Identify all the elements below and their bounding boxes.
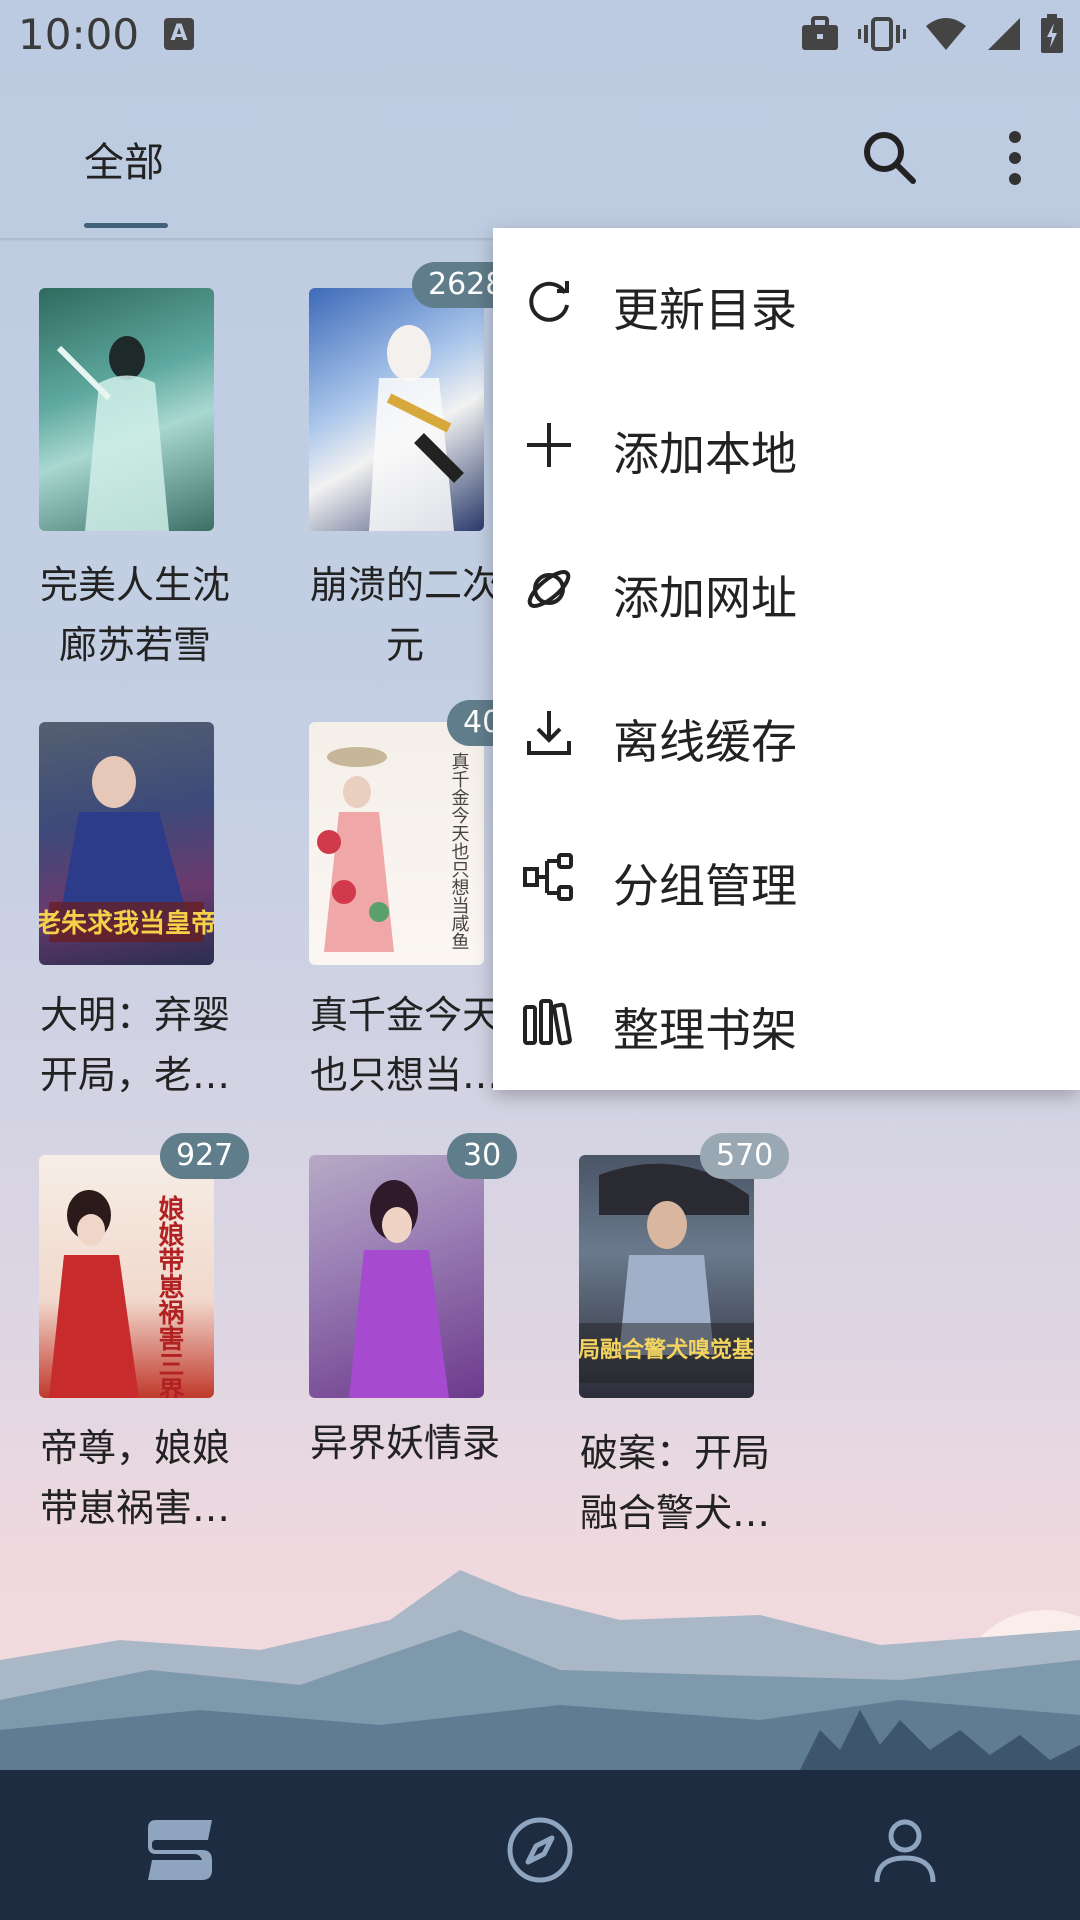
bottom-navigation xyxy=(0,1770,1080,1920)
overflow-menu: 更新目录 添加本地 添加网址 离线缓存 分组管理 整理书架 xyxy=(493,228,1080,1090)
menu-item-label: 更新目录 xyxy=(613,283,797,337)
book-title: 帝尊，娘娘 带崽祸害… xyxy=(39,1426,230,1530)
book-cover: 真千金今天也只想当咸鱼 xyxy=(309,722,484,965)
bookshelf-nav-icon[interactable] xyxy=(140,1810,220,1890)
cover-title: 开局融合警犬嗅觉基因 xyxy=(579,1337,754,1363)
more-vert-icon[interactable] xyxy=(985,123,1045,193)
planet-icon xyxy=(527,570,571,608)
mountain-background xyxy=(0,1570,1080,1770)
group-icon xyxy=(523,853,573,901)
menu-item-add-local[interactable]: 添加本地 xyxy=(493,372,1080,516)
download-icon xyxy=(527,711,571,755)
menu-item-offline-cache[interactable]: 离线缓存 xyxy=(493,660,1080,804)
top-toolbar: 全部 xyxy=(0,75,1080,240)
book-title: 大明：弃婴 开局，老… xyxy=(39,993,230,1097)
book-cover: 娘娘带崽祸害三界了 xyxy=(39,1155,214,1398)
book-cover xyxy=(309,1155,484,1398)
signal-icon xyxy=(988,18,1020,50)
book-cover: 老朱求我当皇帝 xyxy=(39,722,214,965)
menu-item-label: 分组管理 xyxy=(613,859,797,913)
status-time: 10:00 xyxy=(18,10,140,59)
book-title: 完美人生沈 廊苏若雪 xyxy=(39,563,230,667)
book-title: 破案：开局 融合警犬… xyxy=(579,1431,770,1535)
menu-item-group-manage[interactable]: 分组管理 xyxy=(493,804,1080,948)
status-bar: 10:00 A xyxy=(0,0,1080,75)
book-cover xyxy=(39,288,214,531)
menu-item-label: 添加网址 xyxy=(613,571,797,625)
refresh-icon xyxy=(529,281,569,322)
menu-item-label: 离线缓存 xyxy=(613,715,797,769)
cover-title: 娘娘带崽祸害三界了 xyxy=(154,1194,184,1398)
menu-item-update-catalog[interactable]: 更新目录 xyxy=(493,228,1080,372)
cover-title: 老朱求我当皇帝 xyxy=(39,908,214,939)
search-icon[interactable] xyxy=(855,123,925,193)
book-cover: 开局融合警犬嗅觉基因 xyxy=(579,1155,754,1398)
tab-indicator xyxy=(84,223,168,228)
compass-icon[interactable] xyxy=(500,1810,580,1890)
plus-icon xyxy=(527,423,571,467)
menu-item-label: 整理书架 xyxy=(613,1003,797,1057)
briefcase-icon xyxy=(802,16,838,50)
unread-badge: 30 xyxy=(447,1133,518,1179)
vibrate-icon xyxy=(858,17,906,51)
book-title: 异界妖情录 xyxy=(309,1421,500,1465)
book-cover xyxy=(309,288,484,531)
wifi-icon xyxy=(926,18,966,50)
menu-item-organize-shelf[interactable]: 整理书架 xyxy=(493,948,1080,1092)
book-title: 真千金今天 也只想当… xyxy=(309,993,500,1097)
unread-badge: 570 xyxy=(700,1133,790,1179)
bookshelf-icon xyxy=(523,999,572,1046)
tab-all[interactable]: 全部 xyxy=(84,130,164,188)
book-title: 崩溃的二次 元 xyxy=(309,563,500,667)
battery-charging-icon xyxy=(1041,14,1063,53)
a-notification-icon: A xyxy=(164,18,194,50)
menu-item-label: 添加本地 xyxy=(613,427,797,481)
cover-title: 真千金今天也只想当咸鱼 xyxy=(449,752,470,950)
unread-badge: 927 xyxy=(160,1133,250,1179)
menu-item-add-url[interactable]: 添加网址 xyxy=(493,516,1080,660)
person-icon[interactable] xyxy=(865,1810,945,1890)
